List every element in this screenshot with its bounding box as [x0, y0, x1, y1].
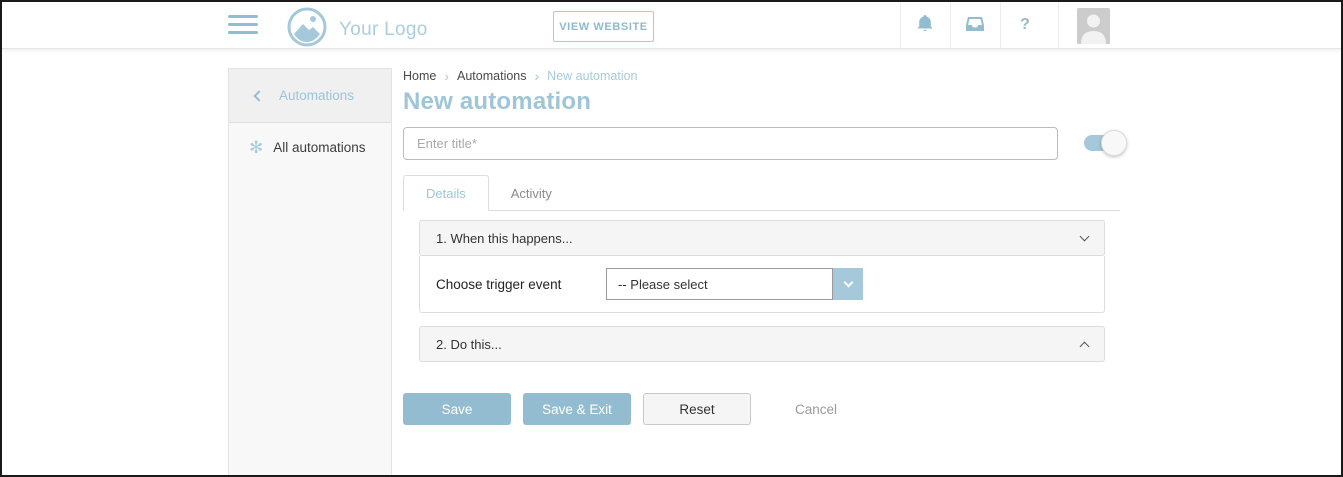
- reset-button[interactable]: Reset: [643, 393, 751, 425]
- save-button[interactable]: Save: [403, 393, 511, 425]
- breadcrumb-home[interactable]: Home: [403, 69, 436, 83]
- notifications-button[interactable]: [901, 2, 949, 48]
- save-exit-button[interactable]: Save & Exit: [523, 393, 631, 425]
- sidebar-title: Automations: [279, 88, 354, 103]
- bell-icon: [916, 22, 934, 37]
- help-icon: ?: [1020, 16, 1030, 33]
- help-button[interactable]: ?: [1001, 2, 1049, 48]
- app-window: Your Logo VIEW WEBSITE ?: [0, 0, 1343, 477]
- section-when-body: Choose trigger event -- Please select: [419, 256, 1105, 313]
- enabled-toggle[interactable]: [1084, 132, 1122, 154]
- logo-text: Your Logo: [339, 19, 428, 41]
- sidebar-item-all-automations[interactable]: ✻ All automations: [229, 123, 391, 171]
- trigger-event-label: Choose trigger event: [436, 277, 606, 292]
- form-actions: Save Save & Exit Reset Cancel: [403, 393, 1120, 425]
- select-dropdown-button[interactable]: [833, 268, 863, 300]
- trigger-select[interactable]: -- Please select: [606, 268, 863, 300]
- hamburger-menu-icon[interactable]: [228, 15, 258, 36]
- page-title: New automation: [403, 88, 1120, 116]
- inbox-button[interactable]: [951, 2, 999, 48]
- accordion: 1. When this happens... Choose trigger e…: [419, 220, 1105, 362]
- sidebar: Automations ✻ All automations: [228, 68, 392, 477]
- breadcrumb-automations[interactable]: Automations: [457, 69, 526, 83]
- main-content: Home › Automations › New automation New …: [403, 68, 1120, 425]
- tab-activity[interactable]: Activity: [489, 175, 574, 211]
- trigger-select-value: -- Please select: [606, 268, 833, 300]
- breadcrumb-separator-icon: ›: [535, 68, 540, 84]
- back-chevron-icon: [253, 90, 264, 101]
- title-input[interactable]: [403, 127, 1058, 160]
- section-title: 2. Do this...: [436, 337, 502, 352]
- cancel-button[interactable]: Cancel: [795, 402, 837, 417]
- section-when-this-happens[interactable]: 1. When this happens...: [419, 220, 1105, 256]
- logo[interactable]: Your Logo: [286, 6, 428, 53]
- view-website-button[interactable]: VIEW WEBSITE: [553, 11, 654, 42]
- avatar[interactable]: [1077, 8, 1110, 44]
- sidebar-item-label: All automations: [273, 140, 365, 155]
- header-divider: [1058, 2, 1059, 48]
- breadcrumb: Home › Automations › New automation: [403, 68, 1120, 84]
- chevron-down-icon: [1080, 232, 1090, 242]
- section-do-this[interactable]: 2. Do this...: [419, 326, 1105, 362]
- tab-bar: Details Activity: [403, 175, 1120, 211]
- automations-icon: ✻: [249, 139, 263, 156]
- section-title: 1. When this happens...: [436, 231, 573, 246]
- logo-image-icon: [286, 6, 328, 53]
- inbox-icon: [965, 20, 985, 35]
- tab-details[interactable]: Details: [403, 175, 489, 211]
- top-header: Your Logo VIEW WEBSITE ?: [2, 2, 1341, 49]
- breadcrumb-separator-icon: ›: [444, 68, 449, 84]
- toggle-knob: [1101, 130, 1127, 156]
- sidebar-header-automations[interactable]: Automations: [229, 69, 391, 123]
- select-chevron-icon: [843, 278, 853, 288]
- chevron-up-icon: [1080, 341, 1090, 351]
- breadcrumb-current: New automation: [547, 69, 637, 83]
